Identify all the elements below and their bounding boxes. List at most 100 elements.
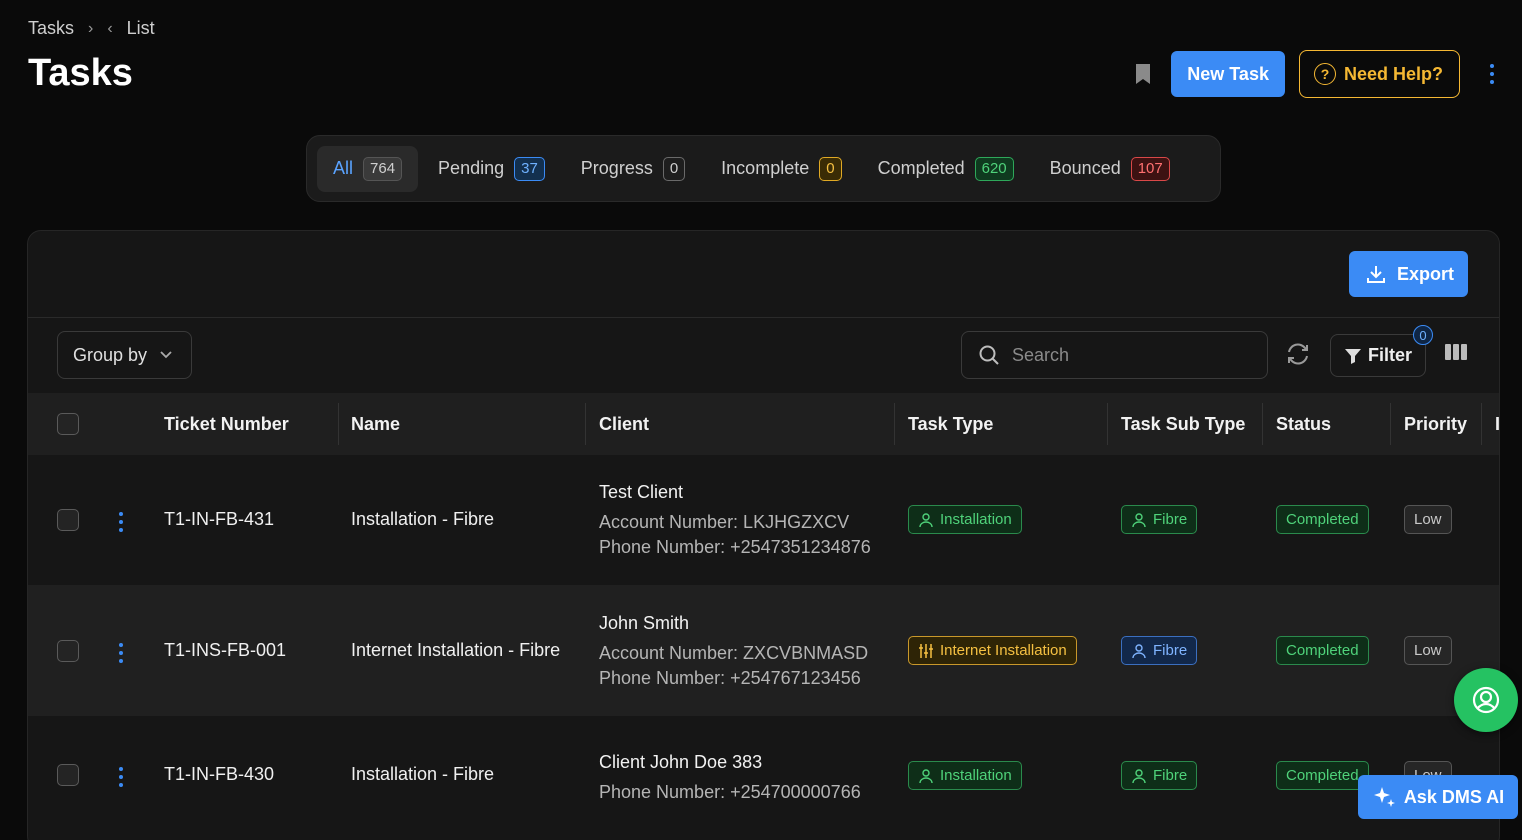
status-label: Completed bbox=[1276, 761, 1369, 790]
sparkle-icon bbox=[1373, 787, 1395, 807]
tab-label: Progress bbox=[580, 158, 653, 178]
row-actions-icon[interactable] bbox=[119, 767, 123, 787]
columns-icon[interactable] bbox=[1444, 343, 1468, 366]
ask-ai-button[interactable]: Ask DMS AI bbox=[1358, 775, 1518, 819]
task-name: Installation - Fibre bbox=[351, 764, 495, 784]
row-checkbox[interactable] bbox=[57, 764, 79, 786]
status-tabs: All 764 Pending 37 Progress 0 Incomplete… bbox=[306, 135, 1221, 202]
task-type-badge: Installation bbox=[908, 505, 1022, 534]
ticket-number[interactable]: T1-INS-FB-001 bbox=[164, 640, 286, 661]
account-number: Account Number: ZXCVBNMASD bbox=[599, 643, 869, 663]
group-by-dropdown[interactable]: Group by bbox=[57, 331, 192, 379]
page-title: Tasks bbox=[28, 52, 133, 94]
worker-icon bbox=[919, 768, 933, 783]
need-help-button[interactable]: ? Need Help? bbox=[1298, 50, 1460, 98]
filter-count-badge: 0 bbox=[1413, 325, 1433, 345]
account-number: Account Number: LKJHGZXCV bbox=[599, 512, 850, 532]
priority-badge: Low bbox=[1404, 505, 1452, 534]
new-task-button[interactable]: New Task bbox=[1171, 51, 1285, 97]
tab-label: Incomplete bbox=[721, 158, 810, 178]
status-badge: Completed bbox=[1276, 505, 1369, 534]
search-input[interactable] bbox=[1012, 344, 1232, 366]
bookmark-icon[interactable] bbox=[1129, 51, 1157, 97]
tab-bounced[interactable]: Bounced 107 bbox=[1034, 146, 1186, 192]
table-row[interactable]: T1-IN-FB-430 Installation - Fibre Client… bbox=[28, 716, 1499, 840]
header-priority[interactable]: Priority bbox=[1404, 393, 1467, 455]
column-divider bbox=[1481, 403, 1482, 445]
row-checkbox[interactable] bbox=[57, 509, 79, 531]
ticket-number[interactable]: T1-IN-FB-431 bbox=[164, 509, 274, 530]
tab-count-badge: 764 bbox=[363, 156, 403, 181]
refresh-icon[interactable] bbox=[1285, 341, 1313, 369]
phone-number: Phone Number: +254767123456 bbox=[599, 668, 861, 688]
tab-completed[interactable]: Completed 620 bbox=[862, 146, 1030, 192]
row-actions-icon[interactable] bbox=[119, 643, 123, 663]
sliders-icon bbox=[919, 643, 933, 658]
search-field bbox=[961, 331, 1268, 379]
tab-label: Pending bbox=[438, 158, 505, 178]
client-name: Test Client bbox=[599, 482, 684, 502]
ticket-number[interactable]: T1-IN-FB-430 bbox=[164, 764, 274, 785]
chevron-down-icon bbox=[160, 351, 172, 359]
more-options-icon[interactable] bbox=[1484, 51, 1500, 97]
client-name: John Smith bbox=[599, 613, 690, 633]
header-ticket-number[interactable]: Ticket Number bbox=[164, 393, 289, 455]
chevron-left-icon[interactable]: ‹ bbox=[107, 20, 112, 38]
top-actions: New Task ? Need Help? bbox=[1129, 50, 1500, 98]
worker-icon bbox=[1132, 512, 1146, 527]
phone-number: Phone Number: +2547351234876 bbox=[599, 537, 871, 557]
header-name[interactable]: Name bbox=[351, 393, 400, 455]
table-row[interactable]: T1-INS-FB-001 Internet Installation - Fi… bbox=[28, 585, 1499, 716]
tab-label: Bounced bbox=[1049, 158, 1121, 178]
status-badge: Completed bbox=[1276, 761, 1369, 790]
select-all-checkbox[interactable] bbox=[57, 393, 79, 455]
status-badge: Completed bbox=[1276, 636, 1369, 665]
task-type-badge: Internet Installation bbox=[908, 636, 1077, 665]
header-client[interactable]: Client bbox=[599, 393, 649, 455]
phone-number: Phone Number: +254700000766 bbox=[599, 782, 861, 802]
tab-count-badge: 37 bbox=[514, 156, 545, 181]
group-by-label: Group by bbox=[73, 344, 148, 365]
breadcrumb-root[interactable]: Tasks bbox=[28, 18, 74, 39]
task-type-label: Installation bbox=[940, 511, 1012, 528]
sub-type-badge: Fibre bbox=[1121, 761, 1198, 790]
table-row[interactable]: T1-IN-FB-431 Installation - Fibre Test C… bbox=[28, 455, 1499, 585]
task-name: Installation - Fibre bbox=[351, 509, 495, 529]
client-info: Test Client Account Number: LKJHGZXCV Ph… bbox=[599, 480, 871, 560]
table-header: Ticket Number Name Client Task Type Task… bbox=[28, 393, 1499, 455]
chevron-right-icon: › bbox=[88, 19, 94, 37]
tab-progress[interactable]: Progress 0 bbox=[565, 146, 701, 192]
tab-pending[interactable]: Pending 37 bbox=[422, 146, 561, 192]
tab-count-badge: 0 bbox=[662, 156, 686, 181]
sub-type-label: Fibre bbox=[1153, 511, 1188, 528]
row-actions-icon[interactable] bbox=[119, 512, 123, 532]
row-checkbox[interactable] bbox=[57, 640, 79, 662]
support-agent-icon bbox=[1472, 686, 1500, 714]
header-task-sub-type[interactable]: Task Sub Type bbox=[1121, 393, 1245, 455]
task-type-label: Internet Installation bbox=[940, 642, 1067, 659]
tab-label: Completed bbox=[877, 158, 965, 178]
support-chat-button[interactable] bbox=[1454, 668, 1518, 732]
filter-label: Filter bbox=[1367, 345, 1412, 365]
header-status[interactable]: Status bbox=[1276, 393, 1331, 455]
filter-button[interactable]: Filter bbox=[1330, 334, 1426, 377]
export-label: Export bbox=[1396, 263, 1454, 284]
priority-label: Low bbox=[1404, 636, 1452, 665]
column-divider bbox=[1107, 403, 1108, 445]
status-label: Completed bbox=[1276, 636, 1369, 665]
tab-all[interactable]: All 764 bbox=[317, 145, 419, 192]
column-divider bbox=[338, 403, 339, 445]
tasks-panel: Export Group by Filter 0 Ticket Number N… bbox=[27, 230, 1500, 840]
divider bbox=[28, 317, 1499, 318]
tab-count-badge: 107 bbox=[1130, 156, 1170, 181]
tab-count-badge: 620 bbox=[974, 156, 1014, 181]
column-divider bbox=[1262, 403, 1263, 445]
header-task-type[interactable]: Task Type bbox=[908, 393, 993, 455]
header-truncated[interactable]: I bbox=[1495, 393, 1499, 455]
task-name: Internet Installation - Fibre bbox=[351, 640, 561, 660]
client-info: John Smith Account Number: ZXCVBNMASD Ph… bbox=[599, 611, 868, 691]
priority-label: Low bbox=[1404, 505, 1452, 534]
tab-incomplete[interactable]: Incomplete 0 bbox=[705, 146, 857, 192]
export-button[interactable]: Export bbox=[1348, 251, 1468, 297]
client-info: Client John Doe 383 Phone Number: +25470… bbox=[599, 750, 861, 805]
